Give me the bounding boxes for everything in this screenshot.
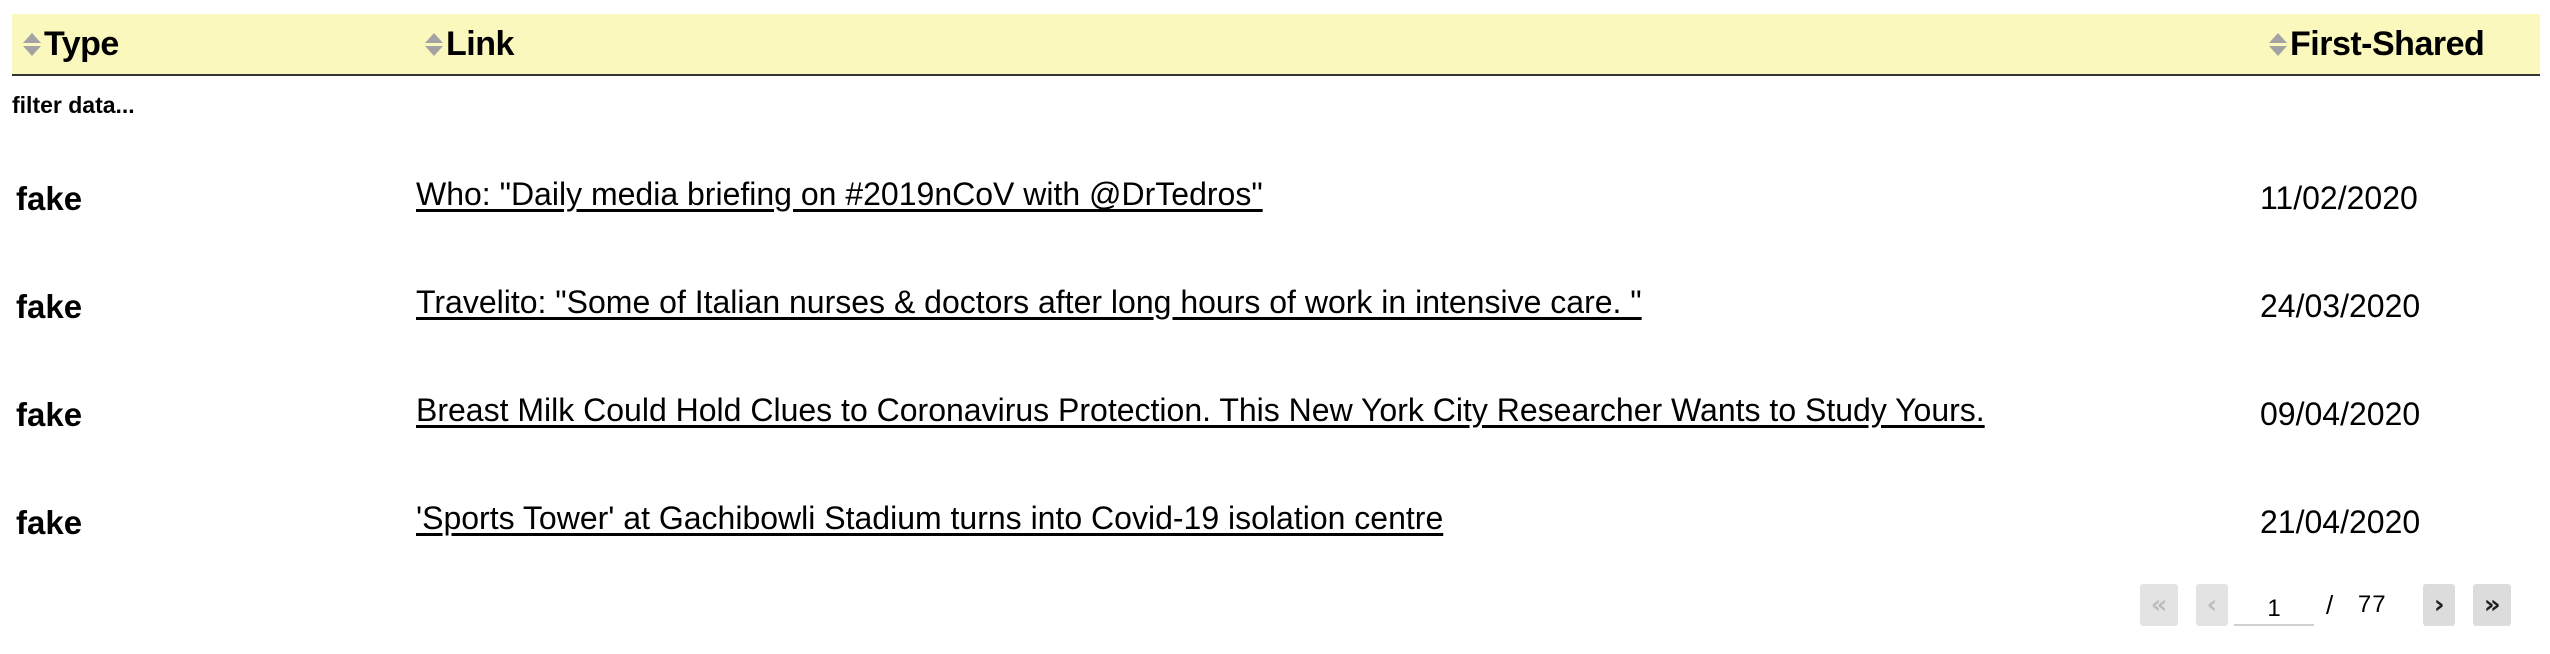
link-cell[interactable]: Travelito: "Some of Italian nurses & doc… xyxy=(416,284,1642,321)
next-page-button[interactable]: › xyxy=(2423,584,2456,626)
table-row: fake Who: "Daily media briefing on #2019… xyxy=(12,146,2540,254)
column-header-label: Link xyxy=(446,24,514,63)
type-cell: fake xyxy=(16,504,83,541)
link-cell[interactable]: 'Sports Tower' at Gachibowli Stadium tur… xyxy=(416,500,1443,537)
filter-input[interactable] xyxy=(12,92,612,119)
type-cell: fake xyxy=(16,180,83,217)
pagination: « ‹ / 77 › » xyxy=(2140,582,2512,628)
column-header-first-shared[interactable]: First-Shared xyxy=(2268,14,2485,74)
first-shared-cell: 24/03/2020 xyxy=(2260,288,2421,324)
type-cell: fake xyxy=(16,396,83,433)
page-separator: / xyxy=(2326,589,2334,620)
sort-icon[interactable] xyxy=(2268,32,2288,56)
first-page-button[interactable]: « xyxy=(2140,584,2178,626)
column-header-type[interactable]: Type xyxy=(22,14,119,74)
last-page-button[interactable]: » xyxy=(2473,584,2512,626)
table-row: fake Breast Milk Could Hold Clues to Cor… xyxy=(12,362,2540,470)
column-header-link[interactable]: Link xyxy=(424,14,514,74)
double-chevron-left-icon: « xyxy=(2150,590,2168,620)
total-pages: 77 xyxy=(2357,591,2387,618)
sort-icon[interactable] xyxy=(424,32,444,56)
first-shared-cell: 11/02/2020 xyxy=(2260,180,2418,216)
column-header-label: First-Shared xyxy=(2290,24,2485,63)
chevron-left-icon: ‹ xyxy=(2206,590,2218,620)
sort-icon[interactable] xyxy=(22,32,42,56)
link-cell[interactable]: Breast Milk Could Hold Clues to Coronavi… xyxy=(416,392,1985,429)
first-shared-cell: 21/04/2020 xyxy=(2260,504,2421,540)
link-cell[interactable]: Who: "Daily media briefing on #2019nCoV … xyxy=(416,176,1263,213)
data-table: Type Link First-Shared xyxy=(12,14,2540,76)
first-shared-cell: 09/04/2020 xyxy=(2260,396,2421,432)
table-row: fake 'Sports Tower' at Gachibowli Stadiu… xyxy=(12,470,2540,578)
table-header: Type Link First-Shared xyxy=(12,14,2540,76)
previous-page-button[interactable]: ‹ xyxy=(2196,584,2228,626)
double-chevron-right-icon: » xyxy=(2483,590,2501,620)
page-number-input[interactable] xyxy=(2234,584,2314,626)
column-header-label: Type xyxy=(44,24,119,63)
table-row: fake Travelito: "Some of Italian nurses … xyxy=(12,254,2540,362)
chevron-right-icon: › xyxy=(2433,590,2445,620)
type-cell: fake xyxy=(16,288,83,325)
